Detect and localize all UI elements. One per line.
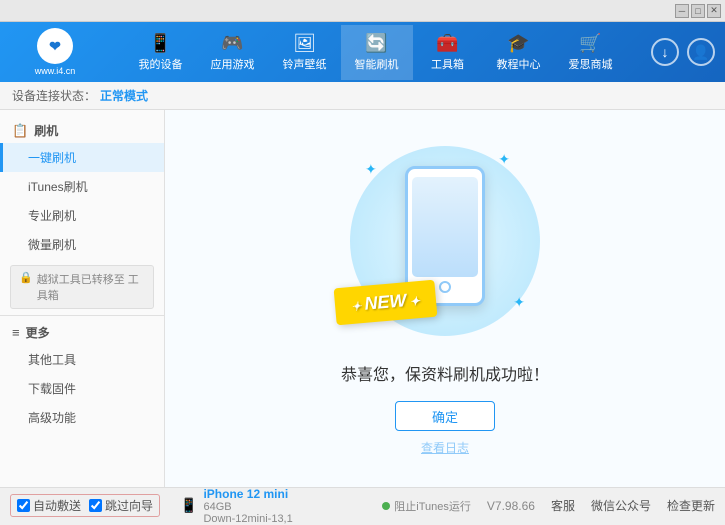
flash-section-icon: 📋 <box>12 123 28 139</box>
sidebar-item-pro-flash[interactable]: 专业刷机 <box>0 201 164 230</box>
top-nav: ❤ www.i4.cn 📱 我的设备 🎮 应用游戏 🖼 铃声壁纸 🔄 智能刷机 … <box>0 22 725 82</box>
skip-wizard-label: 跳过向导 <box>105 497 153 514</box>
phone-home-button <box>439 281 451 293</box>
success-text: 恭喜您，保资料刷机成功啦！ <box>341 361 549 385</box>
skip-wizard-checkbox[interactable] <box>89 499 102 512</box>
auto-send-checkbox-item[interactable]: 自动敷送 <box>17 497 81 514</box>
smart-flash-label: 智能刷机 <box>355 56 399 72</box>
bottom-bar: 自动敷送 跳过向导 📱 iPhone 12 mini 64GB Down-12m… <box>0 487 725 523</box>
device-name: iPhone 12 mini <box>203 487 292 501</box>
version-label: V7.98.66 <box>487 499 535 513</box>
nav-right-buttons: ↓ 👤 <box>651 38 715 66</box>
secondary-link[interactable]: 查看日志 <box>421 439 469 456</box>
nav-wallpaper[interactable]: 🖼 铃声壁纸 <box>269 25 341 80</box>
device-info: 📱 iPhone 12 mini 64GB Down-12mini-13,1 <box>180 487 293 525</box>
my-device-icon: 📱 <box>149 33 171 54</box>
toolbox-icon: 🧰 <box>436 33 458 54</box>
itunes-status-dot <box>382 502 390 510</box>
main-content: 📋 刷机 一键刷机 iTunes刷机 专业刷机 微量刷机 🔒 越狱工具已转移至 … <box>0 110 725 487</box>
itunes-status-text: 阻止iTunes运行 <box>394 498 471 514</box>
apps-icon: 🎮 <box>221 33 243 54</box>
sidebar-item-itunes-flash[interactable]: iTunes刷机 <box>0 172 164 201</box>
phone-screen <box>412 177 478 277</box>
confirm-button[interactable]: 确定 <box>395 401 495 431</box>
sidebar-divider <box>0 315 164 316</box>
itunes-status: 阻止iTunes运行 <box>382 498 471 514</box>
sidebar-section-more: ≡ 更多 <box>0 320 164 345</box>
sparkle-2: ✦ <box>498 151 510 168</box>
bottom-left: 自动敷送 跳过向导 📱 iPhone 12 mini 64GB Down-12m… <box>10 487 293 525</box>
nav-my-device[interactable]: 📱 我的设备 <box>125 25 197 80</box>
sparkle-1: ✦ <box>365 161 377 178</box>
download-button[interactable]: ↓ <box>651 38 679 66</box>
support-link[interactable]: 客服 <box>551 497 575 514</box>
nav-toolbox[interactable]: 🧰 工具箱 <box>413 25 483 80</box>
device-details: iPhone 12 mini 64GB Down-12mini-13,1 <box>203 487 292 525</box>
more-section-title: 更多 <box>26 324 50 341</box>
flash-section-title: 刷机 <box>34 122 58 139</box>
sparkle-3: ✦ <box>513 294 525 311</box>
sidebar-item-other-tools[interactable]: 其他工具 <box>0 345 164 374</box>
sidebar-section-flash: 📋 刷机 <box>0 118 164 143</box>
lock-icon: 🔒 <box>19 271 33 284</box>
nav-tutorial[interactable]: 🎓 教程中心 <box>483 25 555 80</box>
logo: ❤ www.i4.cn <box>10 28 100 76</box>
tutorial-icon: 🎓 <box>507 33 529 54</box>
toolbox-label: 工具箱 <box>431 56 464 72</box>
maximize-button[interactable]: □ <box>691 4 705 18</box>
window-controls: ─ □ ✕ <box>675 4 721 18</box>
checkbox-wrapper: 自动敷送 跳过向导 <box>10 494 160 517</box>
jailbreak-notice: 🔒 越狱工具已转移至 工具箱 <box>10 265 154 309</box>
skip-wizard-checkbox-item[interactable]: 跳过向导 <box>89 497 153 514</box>
apps-label: 应用游戏 <box>211 56 255 72</box>
sidebar-item-one-key-flash[interactable]: 一键刷机 <box>0 143 164 172</box>
nav-apps-games[interactable]: 🎮 应用游戏 <box>197 25 269 80</box>
nav-store[interactable]: 🛒 爱思商城 <box>555 25 627 80</box>
update-link[interactable]: 检查更新 <box>667 497 715 514</box>
wallpaper-label: 铃声壁纸 <box>283 56 327 72</box>
device-storage: 64GB <box>203 501 292 513</box>
bottom-right: 阻止iTunes运行 V7.98.66 客服 微信公众号 检查更新 <box>382 497 715 514</box>
jailbreak-notice-text: 越狱工具已转移至 工具箱 <box>37 271 145 303</box>
more-section-icon: ≡ <box>12 325 20 340</box>
store-icon: 🛒 <box>579 33 601 54</box>
my-device-label: 我的设备 <box>139 56 183 72</box>
device-icon: 📱 <box>180 497 197 514</box>
smart-flash-icon: 🔄 <box>365 33 387 54</box>
logo-subtitle: www.i4.cn <box>35 66 76 76</box>
status-value: 正常模式 <box>100 87 148 104</box>
close-button[interactable]: ✕ <box>707 4 721 18</box>
sidebar-item-download-firmware[interactable]: 下载固件 <box>0 374 164 403</box>
wallpaper-icon: 🖼 <box>293 33 316 54</box>
status-bar: 设备连接状态： 正常模式 <box>0 82 725 110</box>
nav-smart-flash[interactable]: 🔄 智能刷机 <box>341 25 413 80</box>
minimize-button[interactable]: ─ <box>675 4 689 18</box>
sidebar-item-micro-flash[interactable]: 微量刷机 <box>0 230 164 259</box>
title-bar: ─ □ ✕ <box>0 0 725 22</box>
tutorial-label: 教程中心 <box>497 56 541 72</box>
phone-illustration: ✦ ✦ ✦ NEW <box>345 141 545 341</box>
nav-items: 📱 我的设备 🎮 应用游戏 🖼 铃声壁纸 🔄 智能刷机 🧰 工具箱 🎓 教程中心… <box>100 25 651 80</box>
auto-send-label: 自动敷送 <box>33 497 81 514</box>
content-area: ✦ ✦ ✦ NEW 恭喜您，保资料刷机成功啦！ 确定 查看日志 <box>165 110 725 487</box>
wechat-link[interactable]: 微信公众号 <box>591 497 651 514</box>
logo-icon: ❤ <box>49 38 61 55</box>
user-button[interactable]: 👤 <box>687 38 715 66</box>
logo-circle: ❤ <box>37 28 73 64</box>
status-label: 设备连接状态： <box>12 87 96 104</box>
store-label: 爱思商城 <box>569 56 613 72</box>
sidebar-item-advanced[interactable]: 高级功能 <box>0 403 164 432</box>
auto-send-checkbox[interactable] <box>17 499 30 512</box>
sidebar: 📋 刷机 一键刷机 iTunes刷机 专业刷机 微量刷机 🔒 越狱工具已转移至 … <box>0 110 165 487</box>
